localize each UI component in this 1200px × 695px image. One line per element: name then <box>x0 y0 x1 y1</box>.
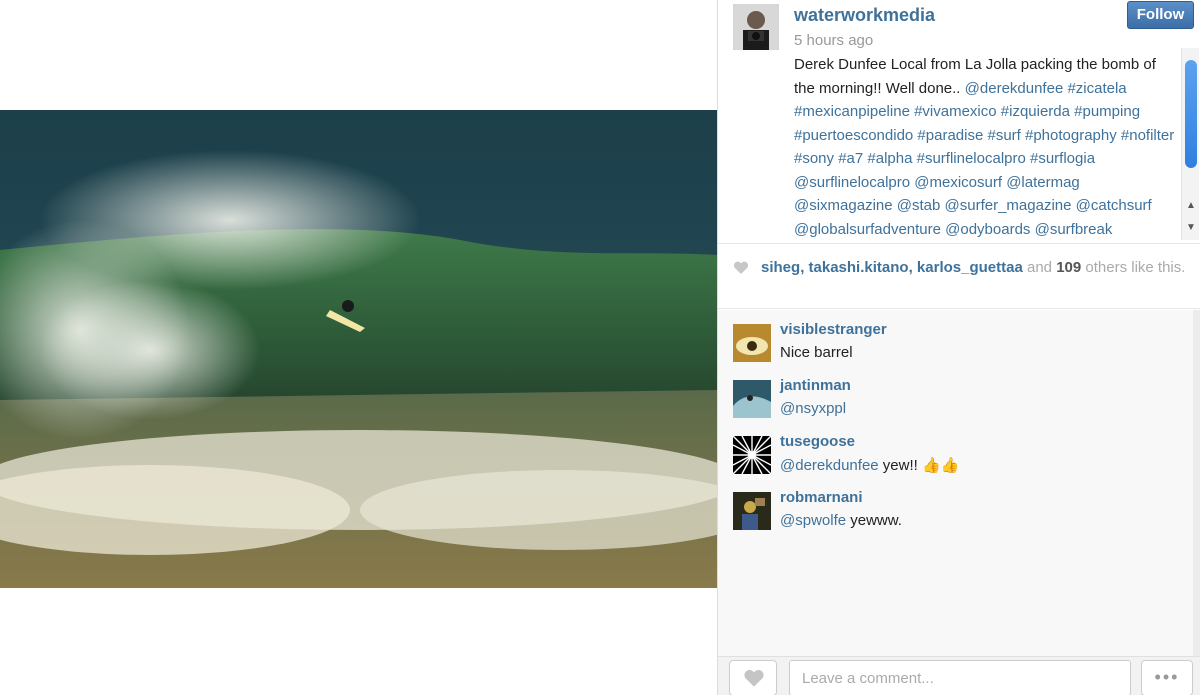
caption-scrollbar[interactable]: ▲ ▼ <box>1181 48 1199 240</box>
comment-item: visiblestranger Nice barrel <box>733 321 1173 365</box>
comment-item: jantinman @nsyxppl <box>733 377 1173 421</box>
surf-wave-image <box>0 110 717 588</box>
author-username[interactable]: waterworkmedia <box>794 5 935 26</box>
author-avatar[interactable] <box>733 4 779 50</box>
commenter-avatar[interactable] <box>733 380 771 418</box>
like-button[interactable] <box>729 660 777 695</box>
more-options-button[interactable]: ••• <box>1141 660 1193 695</box>
commenter-avatar[interactable] <box>733 436 771 474</box>
post-caption: Derek Dunfee Local from La Jolla packing… <box>794 53 1179 240</box>
heart-icon <box>733 261 749 274</box>
heart-icon <box>744 669 764 687</box>
comment-body: Nice barrel <box>780 344 853 361</box>
liker-username[interactable]: karlos_guettaa <box>917 259 1023 276</box>
caption-hashtags[interactable]: @derekdunfee #zicatela #mexicanpipeline … <box>794 80 1174 238</box>
comment-footer: ••• <box>718 656 1200 695</box>
post-photo[interactable] <box>0 110 717 588</box>
likes-section: siheg, takashi.kitano, karlos_guettaa an… <box>718 243 1200 309</box>
comment-username[interactable]: tusegoose <box>780 433 855 450</box>
post-timestamp: 5 hours ago <box>794 32 874 49</box>
comment-input[interactable] <box>789 660 1131 695</box>
likes-and-text: and <box>1022 259 1057 276</box>
comment-item: tusegoose @derekdunfee yew!! 👍👍 <box>733 433 1173 477</box>
likes-suffix: others like this. <box>1081 259 1186 276</box>
likes-separator: , <box>800 259 809 276</box>
comment-text: @nsyxppl <box>780 400 846 417</box>
comment-username[interactable]: jantinman <box>780 377 851 394</box>
comment-text: Nice barrel <box>780 344 853 361</box>
follow-button[interactable]: Follow <box>1127 1 1194 29</box>
photo-pane <box>0 0 717 695</box>
likes-separator: , <box>908 259 917 276</box>
likes-summary: siheg, takashi.kitano, karlos_guettaa an… <box>761 259 1186 277</box>
post-header: waterworkmedia 5 hours ago Follow Derek … <box>718 0 1200 242</box>
comment-mention[interactable]: @spwolfe <box>780 512 846 529</box>
comment-username[interactable]: visiblestranger <box>780 321 887 338</box>
liker-username[interactable]: siheg <box>761 259 800 276</box>
comment-text: @derekdunfee yew!! 👍👍 <box>780 456 959 474</box>
comment-text: @spwolfe yewww. <box>780 512 902 529</box>
instagram-post-view: waterworkmedia 5 hours ago Follow Derek … <box>0 0 1200 695</box>
commenter-avatar[interactable] <box>733 492 771 530</box>
liker-username[interactable]: takashi.kitano <box>809 259 909 276</box>
comment-item: robmarnani @spwolfe yewww. <box>733 489 1173 533</box>
likes-count: 109 <box>1056 259 1082 276</box>
scrollbar-thumb[interactable] <box>1185 60 1197 168</box>
scroll-down-arrow-icon[interactable]: ▼ <box>1184 222 1198 234</box>
comment-body: yewww. <box>846 512 902 529</box>
post-sidebar: waterworkmedia 5 hours ago Follow Derek … <box>717 0 1200 695</box>
comment-mention[interactable]: @nsyxppl <box>780 400 846 417</box>
comment-username[interactable]: robmarnani <box>780 489 863 506</box>
comments-list: visiblestranger Nice barrel jantinman @n… <box>718 310 1200 656</box>
comment-mention[interactable]: @derekdunfee <box>780 457 879 474</box>
commenter-avatar[interactable] <box>733 324 771 362</box>
comment-body: yew!! 👍👍 <box>878 457 960 474</box>
scroll-up-arrow-icon[interactable]: ▲ <box>1184 200 1198 212</box>
